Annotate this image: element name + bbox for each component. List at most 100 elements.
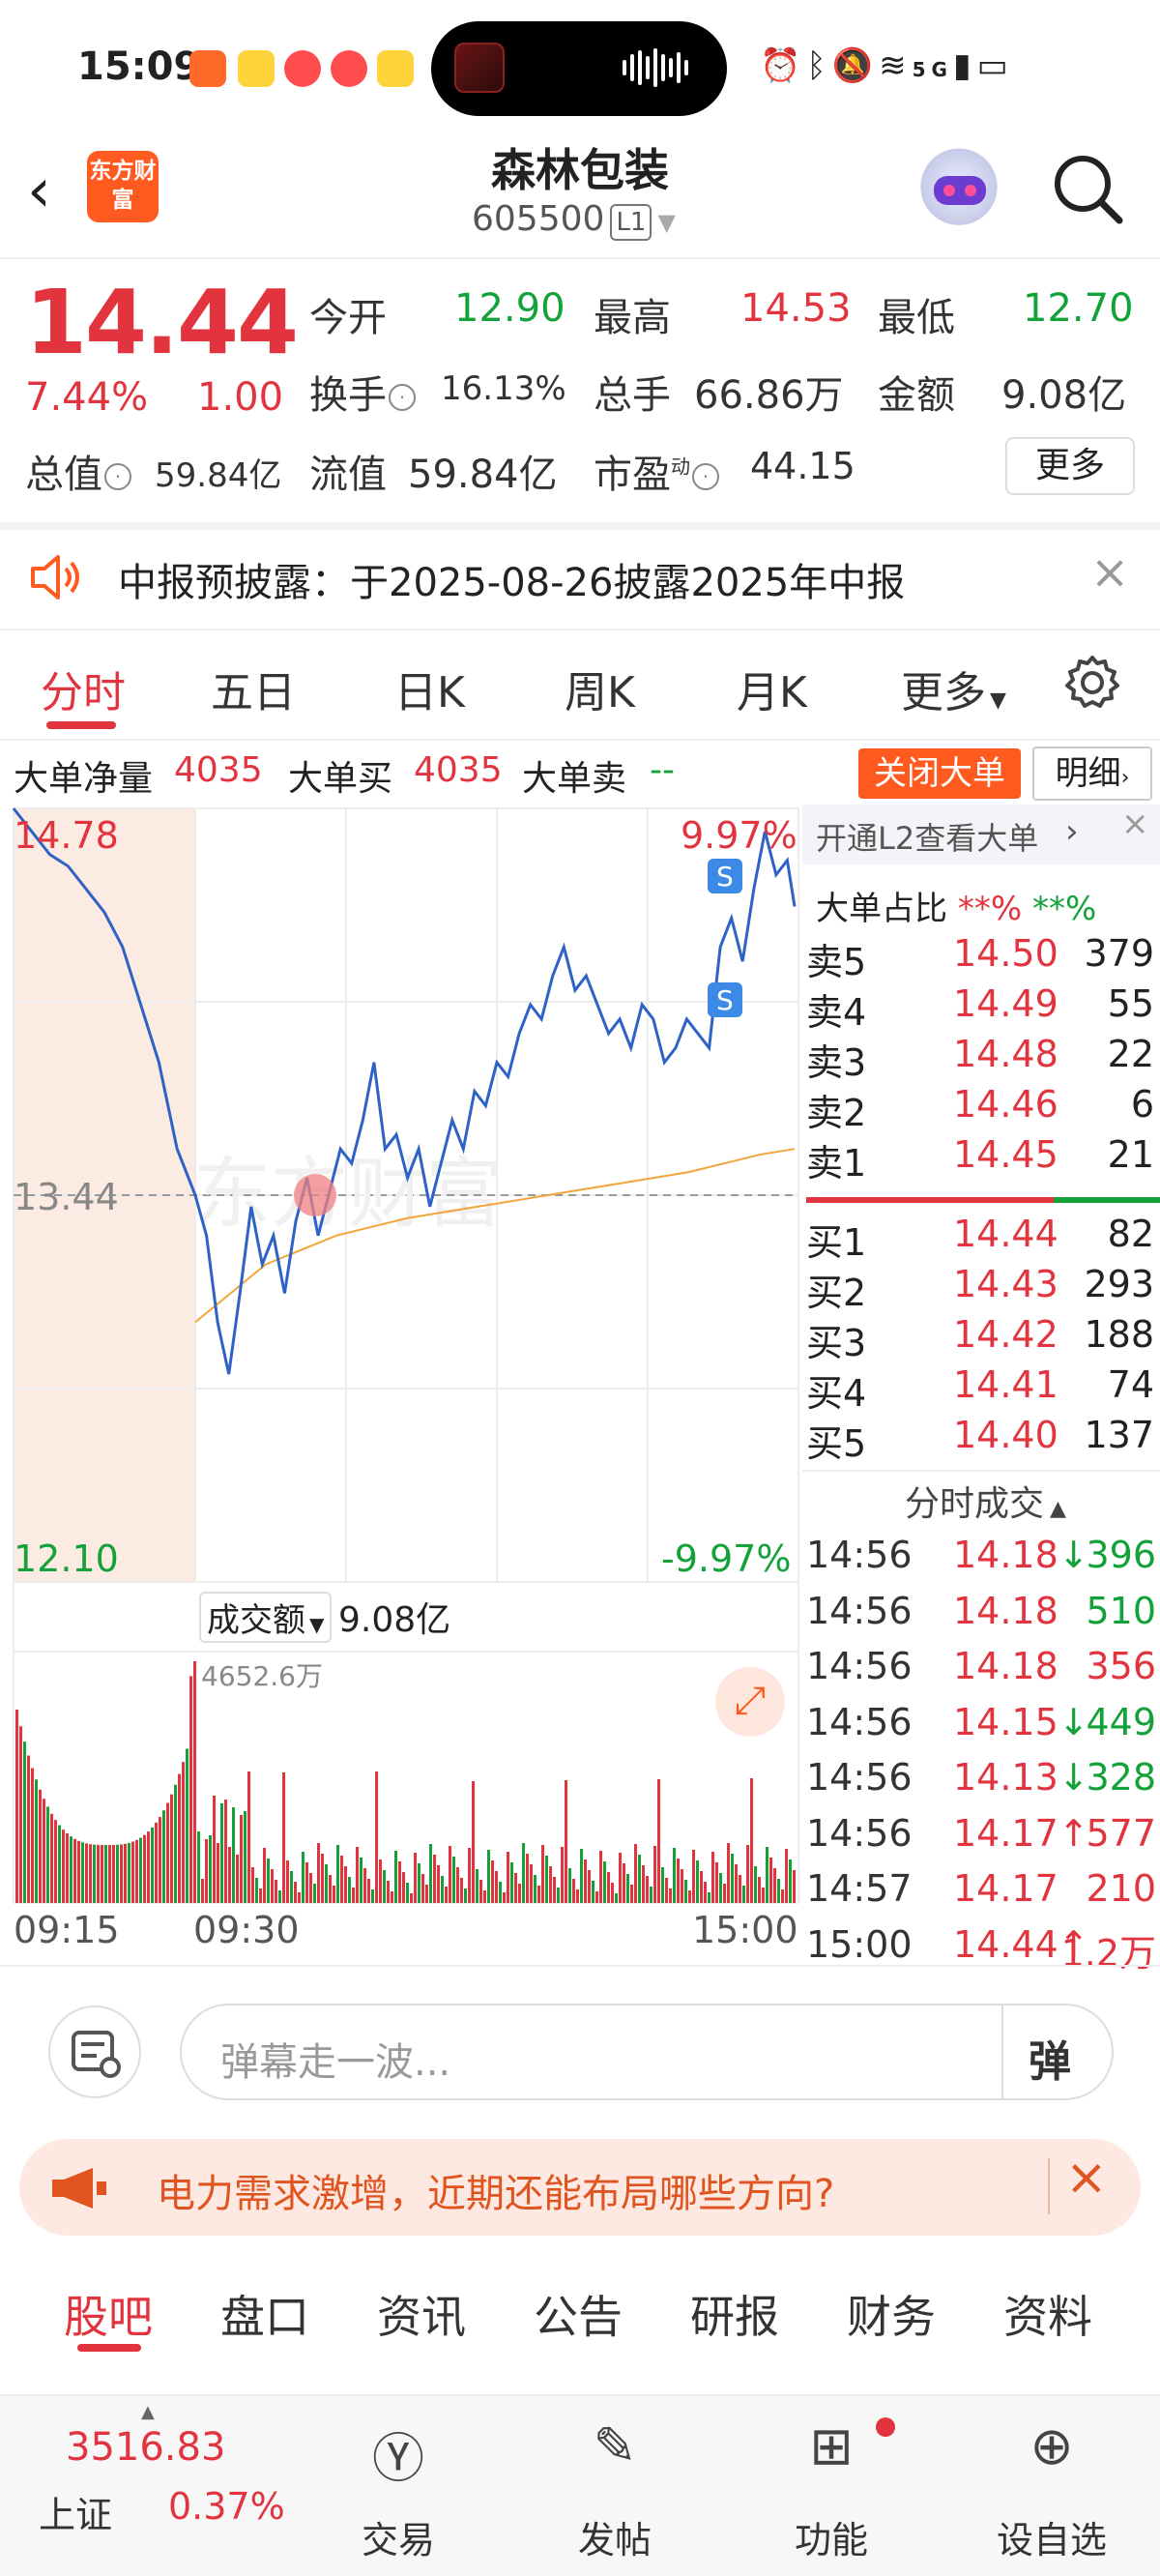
detail-button[interactable]: 明细› — [1032, 746, 1152, 801]
volume-bar — [120, 1844, 123, 1903]
volume-bar — [402, 1872, 405, 1903]
volume-bar — [232, 1807, 235, 1903]
volume-bar — [425, 1885, 428, 1903]
search-icon[interactable] — [1050, 151, 1125, 226]
low-label: 最低 — [878, 296, 955, 340]
volume-type-selector[interactable]: 成交额 ▼ — [199, 1592, 333, 1643]
settings-gear-icon[interactable] — [1063, 654, 1121, 712]
sell-signal-icon[interactable]: S — [708, 982, 742, 1017]
index-name: 上证 — [39, 2494, 113, 2536]
expand-icon[interactable]: ⤢ — [715, 1667, 785, 1737]
volume-bar — [793, 1870, 796, 1903]
tab-monthly-k[interactable]: 月K — [737, 658, 807, 719]
add-watchlist-icon[interactable]: ⊕ — [974, 2415, 1129, 2476]
ask-row[interactable]: 卖2 14.46 6 — [806, 1083, 1154, 1134]
info-icon: · — [692, 463, 719, 490]
trade-icon[interactable]: Ⓨ — [321, 2415, 476, 2492]
close-big-order-button[interactable]: 关闭大单 — [858, 748, 1021, 799]
intraday-chart[interactable]: 东方财富 S S 14.78 13.44 12.10 9.97% -9.97% … — [0, 805, 802, 1965]
volume-bar — [46, 1806, 49, 1903]
bid-row[interactable]: 买5 14.40 137 — [806, 1414, 1154, 1465]
volume-bar — [758, 1877, 761, 1903]
stock-code: 605500 — [472, 199, 605, 239]
mktcap-label[interactable]: 总值 · — [25, 443, 133, 499]
volume-bar — [124, 1843, 127, 1903]
tick-price: 14.15↓ — [953, 1700, 1089, 1743]
volume-bar — [468, 1848, 471, 1903]
volume-bar — [553, 1877, 556, 1903]
bid-row[interactable]: 买4 14.41 74 — [806, 1363, 1154, 1415]
volume-bar — [441, 1876, 444, 1903]
big-net-label: 大单净量 — [14, 759, 154, 799]
bid-row[interactable]: 买3 14.42 188 — [806, 1313, 1154, 1364]
volume-bar — [213, 1796, 216, 1903]
tab-five-day[interactable]: 五日 — [211, 658, 296, 719]
ask-row[interactable]: 卖3 14.48 22 — [806, 1033, 1154, 1084]
bluetooth-icon: ᛒ — [806, 46, 832, 85]
tab-intraday[interactable]: 分时 — [41, 658, 126, 719]
l2-upgrade-link[interactable]: 开通L2查看大单 › × — [802, 805, 1160, 864]
tab-research[interactable]: 研报 — [690, 2282, 779, 2346]
more-quote-button[interactable]: 更多 — [1005, 437, 1135, 495]
tab-profile[interactable]: 资料 — [1003, 2282, 1092, 2346]
tab-finance[interactable]: 财务 — [847, 2282, 936, 2346]
pe-label[interactable]: 市盈动 · — [594, 443, 721, 499]
ticks-header[interactable]: 分时成交 ▲ — [905, 1476, 1066, 1526]
volume-bar — [476, 1869, 478, 1903]
event-marker[interactable] — [294, 1174, 336, 1216]
tab-pankou[interactable]: 盘口 — [220, 2282, 309, 2346]
volume-bar — [267, 1859, 270, 1903]
tab-announcement[interactable]: 公告 — [534, 2282, 623, 2346]
post-edit-icon[interactable]: ✎ — [537, 2415, 692, 2476]
nav-add-watchlist[interactable]: 设自选 — [974, 2510, 1129, 2563]
ask-volume: 21 — [1107, 1133, 1154, 1176]
stock-code-selector[interactable]: 605500 L1 ▼ — [472, 199, 676, 241]
bid-row[interactable]: 买1 14.44 82 — [806, 1213, 1154, 1264]
sell-signal-icon[interactable]: S — [708, 859, 742, 893]
nav-trade[interactable]: 交易 — [321, 2510, 476, 2563]
float-label: 流值 — [309, 453, 387, 497]
system-icons: ⏰ᛒ🔕≋5G▮▭ — [760, 46, 1014, 85]
ask-row[interactable]: 卖5 14.50 379 — [806, 932, 1154, 983]
close-icon[interactable]: × — [1090, 545, 1129, 600]
volume-bar — [85, 1843, 88, 1903]
tab-weekly-k[interactable]: 周K — [565, 658, 635, 719]
close-icon[interactable]: × — [1121, 805, 1149, 843]
ai-assistant-icon[interactable] — [913, 145, 1005, 238]
barrage-settings-icon[interactable] — [48, 2005, 141, 2098]
volume-bar — [785, 1849, 788, 1903]
tick-volume: 449 — [1086, 1700, 1156, 1743]
close-icon[interactable]: × — [1065, 2149, 1108, 2207]
promo-banner[interactable]: 电力需求激增，近期还能布局哪些方向? × — [19, 2139, 1141, 2236]
ask-row[interactable]: 卖4 14.49 55 — [806, 982, 1154, 1034]
volume-bar — [139, 1837, 142, 1903]
dynamic-island[interactable] — [431, 21, 727, 116]
volume-bar — [23, 1742, 26, 1903]
ask-row[interactable]: 卖1 14.45 21 — [806, 1133, 1154, 1185]
volume-bar — [657, 1779, 660, 1903]
bid-row[interactable]: 买2 14.43 293 — [806, 1263, 1154, 1314]
volume-bar — [147, 1831, 150, 1903]
bid-volume: 137 — [1084, 1414, 1154, 1456]
volume-bar — [623, 1863, 625, 1903]
volume-bar — [398, 1861, 401, 1903]
pct-top-label: 9.97% — [681, 814, 798, 857]
bid-price: 14.41 — [953, 1363, 1058, 1406]
turnover-label[interactable]: 换手 · — [309, 364, 418, 420]
tab-guba[interactable]: 股吧 — [64, 2282, 153, 2346]
barrage-input[interactable]: 弹幕走一波... 弹 — [180, 2004, 1114, 2100]
volume-bar — [592, 1881, 594, 1903]
tab-more[interactable]: 更多 ▼ — [901, 658, 1006, 719]
nav-post[interactable]: 发帖 — [537, 2510, 692, 2563]
tab-daily-k[interactable]: 日K — [394, 658, 465, 719]
volume-bar — [112, 1844, 115, 1903]
amount-value: 9.08亿 — [1001, 373, 1127, 418]
disclosure-notice[interactable]: 中报预披露：于2025-08-26披露2025年中报 × — [0, 528, 1160, 629]
nav-functions[interactable]: 功能 — [754, 2510, 909, 2563]
barrage-send-button[interactable]: 弹 — [1029, 2027, 1071, 2089]
tick-volume: 328 — [1086, 1756, 1156, 1799]
change-percent: 7.44% — [25, 375, 149, 420]
volume-bar — [429, 1844, 432, 1903]
tab-news[interactable]: 资讯 — [377, 2282, 466, 2346]
index-value[interactable]: 3516.83 — [66, 2425, 225, 2470]
